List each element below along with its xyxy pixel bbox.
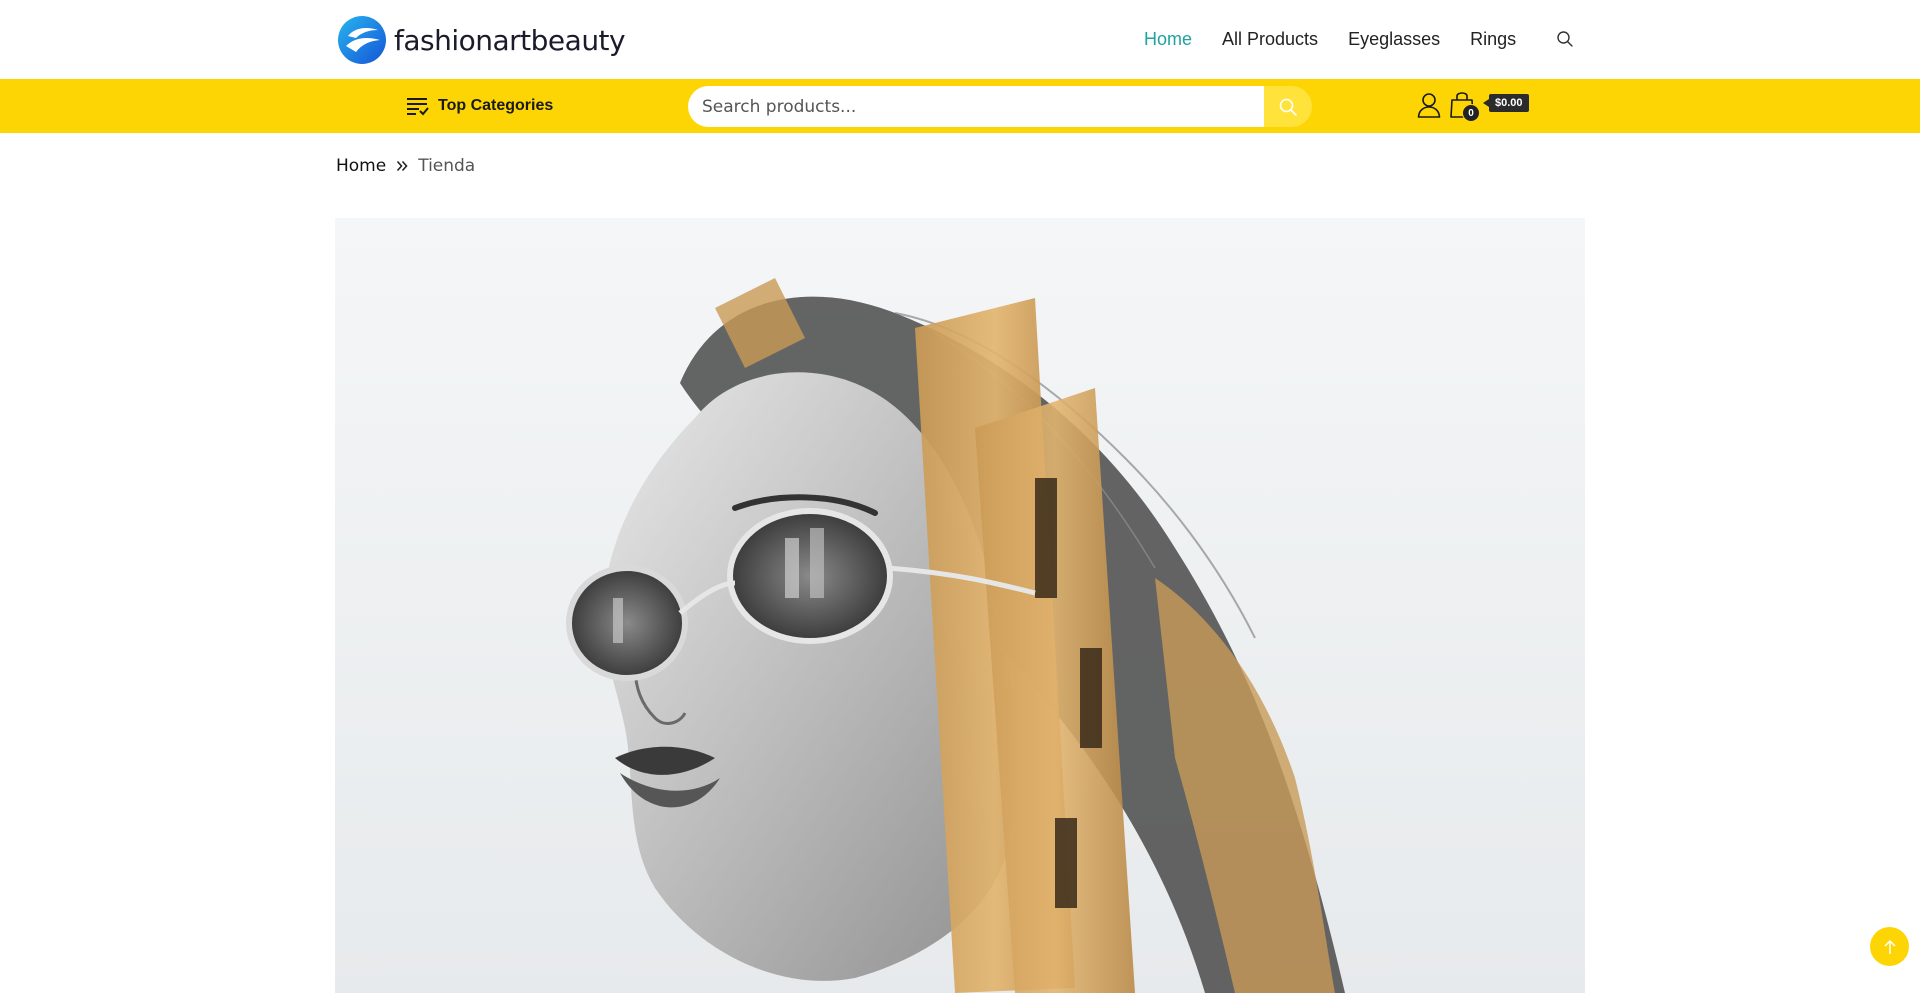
- menu-list-icon: [407, 98, 429, 116]
- hero-banner-image: [335, 218, 1585, 993]
- back-to-top-button[interactable]: [1870, 927, 1909, 966]
- top-categories-label: Top Categories: [438, 97, 554, 114]
- top-categories-toggle[interactable]: Top Categories: [407, 96, 553, 116]
- woman-sunglasses-illustration: [335, 218, 1585, 993]
- site-header: fashionartbeauty Home All Products Eyegl…: [0, 0, 1920, 79]
- nav-item-home[interactable]: Home: [1144, 28, 1192, 50]
- product-search-button[interactable]: [1264, 86, 1312, 127]
- breadcrumb-home-link[interactable]: Home: [336, 156, 386, 176]
- product-search-form: [688, 86, 1312, 127]
- cart-count-badge: 0: [1462, 104, 1480, 122]
- cart-total-badge: $0.00: [1483, 94, 1529, 112]
- breadcrumb-current: Tienda: [418, 156, 476, 176]
- categories-bar: Top Categories 0 $0.00: [0, 79, 1920, 133]
- logo-text: fashionartbeauty: [394, 23, 626, 57]
- arrow-up-icon: [1883, 939, 1896, 954]
- logo-icon: [338, 16, 386, 64]
- nav-item-eyeglasses[interactable]: Eyeglasses: [1348, 28, 1440, 50]
- user-account-icon[interactable]: [1417, 92, 1441, 118]
- breadcrumb: Home Tienda: [336, 156, 475, 176]
- main-nav: Home All Products Eyeglasses Rings: [1144, 28, 1546, 50]
- product-search-input[interactable]: [688, 86, 1264, 127]
- site-logo[interactable]: fashionartbeauty: [336, 14, 626, 66]
- nav-item-all-products[interactable]: All Products: [1222, 28, 1318, 50]
- search-icon[interactable]: [1556, 30, 1574, 48]
- search-icon: [1279, 98, 1297, 116]
- nav-item-rings[interactable]: Rings: [1470, 28, 1516, 50]
- double-chevron-right-icon: [397, 160, 408, 172]
